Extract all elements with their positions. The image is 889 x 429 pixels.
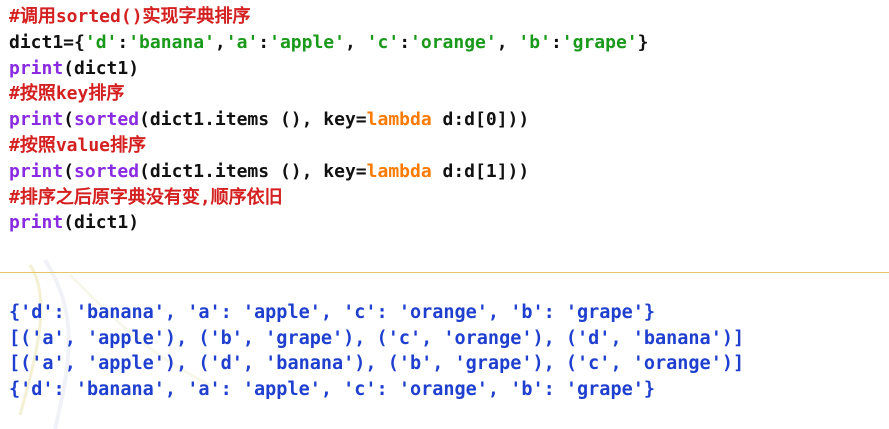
code-comment-sort-by-value: #按照value排序 (9, 134, 147, 156)
dict-assign: dict1={ (9, 31, 85, 53)
code-editor[interactable]: #调用sorted()实现字典排序 dict1={'d':'banana','a… (9, 4, 879, 236)
closing-brace: } (637, 31, 649, 53)
lambda-body: d:d[0])) (431, 109, 530, 131)
code-line-print-dict-again: print(dict1) (9, 210, 879, 236)
output-line: [('a', 'apple'), ('d', 'banana'), ('b', … (9, 353, 745, 374)
colon: : (117, 31, 129, 53)
colon: : (550, 31, 562, 53)
code-line-print-dict: print(dict1) (9, 56, 879, 82)
string-literal: 'apple' (269, 31, 345, 53)
builtin-print: print (9, 109, 64, 131)
builtin-sorted: sorted (74, 109, 140, 131)
open-paren: ( (63, 160, 75, 182)
builtin-print: print (9, 57, 64, 79)
code-line-dict-definition: dict1={'d':'banana','a':'apple', 'c':'or… (9, 30, 879, 56)
lambda-body: d:d[1])) (431, 160, 530, 182)
string-literal: 'd' (84, 31, 118, 53)
output-line: [('a', 'apple'), ('b', 'grape'), ('c', '… (9, 327, 745, 349)
code-comment-sorted: #调用sorted()实现字典排序 (9, 6, 251, 27)
output-divider (0, 272, 889, 273)
output-line: {'d': 'banana', 'a': 'apple', 'c': 'oran… (9, 378, 656, 400)
builtin-print: print (9, 160, 64, 182)
string-literal: 'banana' (128, 31, 215, 53)
colon: : (258, 31, 270, 53)
string-literal: 'b' (518, 31, 551, 53)
comma: , (344, 31, 367, 53)
output-line: {'d': 'banana', 'a': 'apple', 'c': 'oran… (9, 302, 656, 323)
code-line-sort-by-key: print(sorted(dict1.items (), key=lambda … (9, 107, 879, 133)
call-args: (dict1) (63, 212, 140, 234)
comma: , (496, 31, 519, 53)
colon: : (399, 31, 411, 53)
builtin-print: print (9, 212, 64, 234)
call-args: (dict1.items (), key= (139, 160, 367, 182)
call-args: (dict1) (63, 57, 140, 79)
keyword-lambda: lambda (366, 109, 432, 131)
code-comment-sort-by-key: #按照key排序 (9, 83, 125, 105)
string-literal: 'grape' (561, 31, 638, 53)
string-literal: 'a' (225, 31, 259, 53)
string-literal: 'orange' (410, 31, 497, 53)
comma: , (214, 31, 226, 53)
string-literal: 'c' (366, 31, 400, 53)
open-paren: ( (63, 109, 75, 131)
console-output: {'d': 'banana', 'a': 'apple', 'c': 'oran… (9, 300, 884, 402)
code-line-sort-by-value: print(sorted(dict1.items (), key=lambda … (9, 159, 879, 185)
keyword-lambda: lambda (366, 160, 432, 182)
code-comment-unchanged: #排序之后原字典没有变,顺序依旧 (9, 186, 283, 208)
call-args: (dict1.items (), key= (139, 109, 367, 131)
builtin-sorted: sorted (74, 160, 140, 182)
